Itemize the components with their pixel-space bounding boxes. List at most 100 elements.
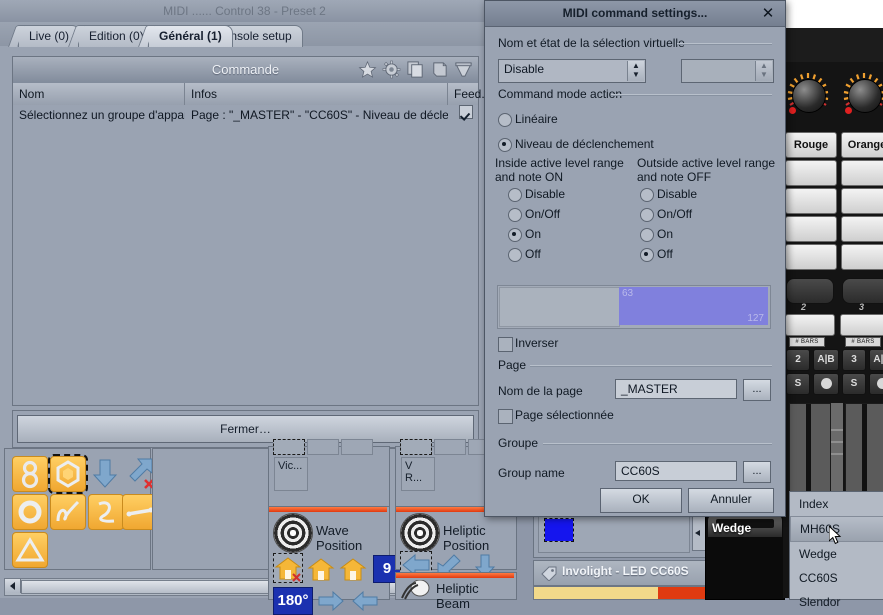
dropdown-item-cc60s[interactable]: CC60S bbox=[790, 566, 883, 590]
hw-fader-slot-1[interactable] bbox=[789, 403, 831, 495]
hw-display-1[interactable] bbox=[785, 314, 835, 336]
hw-ab-button-1[interactable]: A|B bbox=[813, 349, 839, 371]
home-icon-3[interactable] bbox=[339, 555, 367, 583]
dropdown-item-mh60s[interactable]: MH60S bbox=[790, 516, 883, 542]
outside-radio-off[interactable] bbox=[640, 248, 654, 262]
curve-icon[interactable] bbox=[88, 494, 124, 530]
hw-button-r3b[interactable] bbox=[841, 188, 883, 214]
outside-radio-on[interactable] bbox=[640, 228, 654, 242]
badge-180[interactable]: 180° bbox=[273, 587, 313, 615]
hw-record-button-2[interactable] bbox=[869, 373, 883, 395]
slot-dashed-1[interactable] bbox=[273, 439, 305, 455]
group-name-input[interactable]: CC60S bbox=[615, 461, 737, 481]
figure-eight-icon[interactable] bbox=[12, 456, 48, 492]
slot-3[interactable] bbox=[341, 439, 373, 455]
hw-button-rouge[interactable]: Rouge bbox=[785, 132, 837, 158]
inside-radio-on-label: On bbox=[525, 227, 542, 241]
knob-2[interactable] bbox=[841, 72, 883, 118]
hw-record-button-1[interactable] bbox=[813, 373, 839, 395]
trash-icon[interactable] bbox=[454, 60, 473, 79]
state-combo[interactable]: ▲ ▼ bbox=[681, 59, 774, 83]
hw-pad-1[interactable] bbox=[786, 278, 834, 304]
hexagon-icon[interactable] bbox=[48, 454, 88, 494]
knob-1[interactable] bbox=[785, 72, 831, 118]
table-row[interactable]: Sélectionnez un groupe d'appar... Page :… bbox=[13, 105, 478, 125]
down-arrow-icon[interactable] bbox=[88, 456, 122, 490]
blue-color-swatch[interactable] bbox=[544, 518, 574, 542]
virtual-selection-combo[interactable]: Disable ▲ ▼ bbox=[498, 59, 646, 83]
inside-radio-on[interactable] bbox=[508, 228, 522, 242]
hw-display-2[interactable] bbox=[840, 314, 883, 336]
column-header-feedback[interactable]: Feed... bbox=[448, 83, 491, 105]
device-strip[interactable]: Involight - LED CC60S bbox=[533, 560, 707, 586]
copy-icon[interactable] bbox=[406, 60, 425, 79]
triangle-icon[interactable] bbox=[12, 532, 48, 568]
slot-dashed-2[interactable] bbox=[400, 439, 432, 455]
radio-niveau-declenchement[interactable] bbox=[498, 138, 512, 152]
virtual-selection-spinner[interactable]: ▲ ▼ bbox=[627, 61, 644, 81]
hw-ab-button-2[interactable]: A|B bbox=[869, 349, 883, 371]
hw-pad-2[interactable] bbox=[842, 278, 883, 304]
inside-radio-disable[interactable] bbox=[508, 188, 522, 202]
close-icon[interactable]: ✕ bbox=[759, 5, 777, 23]
state-spinner[interactable]: ▲ ▼ bbox=[755, 61, 772, 81]
range-inactive-region[interactable] bbox=[499, 287, 620, 327]
column-header-nom[interactable]: Nom bbox=[13, 83, 185, 105]
slot-2[interactable] bbox=[307, 439, 339, 455]
hw-button-r5b[interactable] bbox=[841, 244, 883, 270]
inverser-checkbox[interactable] bbox=[498, 337, 513, 352]
hw-button-r3[interactable] bbox=[785, 188, 837, 214]
right-arrow-icon[interactable] bbox=[317, 589, 345, 613]
book-icon[interactable] bbox=[430, 60, 449, 79]
slot-vr[interactable]: V R... bbox=[401, 457, 435, 491]
cancel-button[interactable]: Annuler bbox=[688, 488, 774, 513]
hw-button-r2[interactable] bbox=[785, 160, 837, 186]
hw-button-r5[interactable] bbox=[785, 244, 837, 270]
scroll-left-button[interactable] bbox=[5, 579, 21, 593]
outside-radio-onoff[interactable] bbox=[640, 208, 654, 222]
page-browse-button[interactable]: ... bbox=[743, 379, 771, 401]
level-range-slider[interactable]: 63 127 bbox=[497, 285, 771, 329]
hw-num-button-2[interactable]: 2 bbox=[786, 349, 810, 371]
slot-5[interactable] bbox=[434, 439, 466, 455]
star-icon[interactable] bbox=[358, 60, 377, 79]
cell-feedback[interactable] bbox=[453, 105, 478, 125]
inside-radio-onoff[interactable] bbox=[508, 208, 522, 222]
inside-radio-disable-label: Disable bbox=[525, 187, 566, 201]
page-name-input[interactable]: _MASTER bbox=[615, 379, 737, 399]
panel-scrollbar[interactable] bbox=[692, 515, 706, 551]
hw-solo-button-2[interactable]: S bbox=[842, 373, 866, 395]
home-slot-selected[interactable] bbox=[273, 553, 303, 583]
home-icon-2[interactable] bbox=[307, 555, 335, 583]
radio-lineaire[interactable] bbox=[498, 113, 512, 127]
dropdown-item-wedge[interactable]: Wedge bbox=[790, 542, 883, 566]
group-dropdown-list[interactable]: Index MH60S Wedge CC60S Slendor bbox=[789, 491, 883, 609]
tab-general[interactable]: Général (1) bbox=[148, 25, 233, 47]
hw-solo-button-1[interactable]: S bbox=[786, 373, 810, 395]
dialog-titlebar[interactable]: MIDI command settings... ✕ bbox=[485, 1, 785, 27]
hw-master-fader[interactable] bbox=[831, 403, 843, 493]
inverser-label: Inverser bbox=[515, 336, 559, 350]
circle-icon[interactable] bbox=[12, 494, 48, 530]
slot-vic[interactable]: Vic... bbox=[274, 457, 308, 491]
dropdown-item-slendor[interactable]: Slendor bbox=[790, 590, 883, 614]
ok-button[interactable]: OK bbox=[600, 488, 682, 513]
hw-button-r4b[interactable] bbox=[841, 216, 883, 242]
hw-button-orange[interactable]: Orange bbox=[841, 132, 883, 158]
outside-radio-disable[interactable] bbox=[640, 188, 654, 202]
diagonal-arrow-delete-icon[interactable] bbox=[122, 456, 156, 490]
hw-num-button-3[interactable]: 3 bbox=[842, 349, 866, 371]
zigzag-loop-icon[interactable] bbox=[50, 494, 86, 530]
group-browse-button[interactable]: ... bbox=[743, 461, 771, 483]
inside-radio-off[interactable] bbox=[508, 248, 522, 262]
feedback-checkbox[interactable] bbox=[459, 105, 473, 119]
left-arrow-icon[interactable] bbox=[351, 589, 379, 613]
range-active-region[interactable]: 63 127 bbox=[619, 287, 768, 325]
page-selected-checkbox[interactable] bbox=[498, 409, 513, 424]
gear-icon[interactable] bbox=[382, 60, 401, 79]
column-header-infos[interactable]: Infos bbox=[185, 83, 448, 105]
dropdown-item-index[interactable]: Index bbox=[790, 492, 883, 516]
hw-button-r2b[interactable] bbox=[841, 160, 883, 186]
hw-button-r4[interactable] bbox=[785, 216, 837, 242]
hw-fader-slot-2[interactable] bbox=[845, 403, 883, 495]
